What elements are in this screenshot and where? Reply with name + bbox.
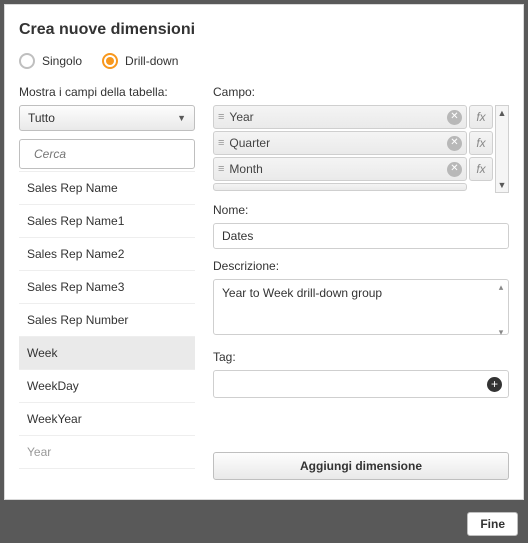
scroll-up-icon[interactable]: ▴ — [494, 280, 508, 294]
search-input-wrap[interactable] — [19, 139, 195, 169]
radio-single[interactable]: Singolo — [19, 53, 82, 69]
nome-input[interactable] — [213, 223, 509, 249]
campo-item-name: Quarter — [229, 136, 441, 150]
remove-icon[interactable]: ✕ — [447, 136, 462, 151]
search-input[interactable] — [34, 147, 191, 161]
campo-label: Campo: — [213, 85, 509, 99]
radio-single-circle — [19, 53, 35, 69]
remove-icon[interactable]: ✕ — [447, 162, 462, 177]
dialog-panel: Crea nuove dimensioni Singolo Drill-down… — [4, 4, 524, 500]
field-item[interactable]: Sales Rep Number — [19, 304, 195, 337]
drag-handle-icon[interactable]: ≡ — [218, 137, 223, 149]
field-list: Sales Rep NameSales Rep Name1Sales Rep N… — [19, 171, 195, 480]
campo-item-name: Month — [229, 162, 441, 176]
fine-button[interactable]: Fine — [467, 512, 518, 536]
scroll-down-icon[interactable]: ▼ — [496, 178, 508, 192]
campo-item-name: Year — [229, 110, 441, 124]
textarea-scrollbar[interactable]: ▴ ▾ — [494, 280, 508, 339]
field-item[interactable]: Week — [19, 337, 195, 370]
scroll-down-icon[interactable]: ▾ — [494, 325, 508, 339]
remove-icon[interactable]: ✕ — [447, 110, 462, 125]
field-item[interactable]: Sales Rep Name1 — [19, 205, 195, 238]
drag-handle-icon[interactable]: ≡ — [218, 163, 223, 175]
nome-label: Nome: — [213, 203, 509, 217]
campo-scrollbar[interactable]: ▲ ▼ — [495, 105, 509, 193]
radio-drilldown-circle — [102, 53, 118, 69]
campo-item[interactable]: ≡ Year ✕ — [213, 105, 467, 129]
fx-button[interactable]: fx — [469, 131, 493, 155]
drag-handle-icon[interactable]: ≡ — [218, 111, 223, 123]
campo-item[interactable]: ≡ Month ✕ — [213, 157, 467, 181]
table-dropdown[interactable]: Tutto ▼ — [19, 105, 195, 131]
dialog-footer: Fine — [0, 505, 528, 543]
campo-list: ≡ Year ✕ ≡ Quarter ✕ ≡ Month ✕ — [213, 105, 467, 193]
field-item[interactable]: Sales Rep Name2 — [19, 238, 195, 271]
tag-label: Tag: — [213, 350, 509, 364]
fx-column: fxfxfx — [469, 105, 493, 193]
field-item[interactable]: WeekDay — [19, 370, 195, 403]
radio-single-label: Singolo — [42, 54, 82, 68]
radio-drilldown-label: Drill-down — [125, 54, 178, 68]
descr-label: Descrizione: — [213, 259, 509, 273]
table-dropdown-value: Tutto — [28, 111, 55, 125]
fx-button[interactable]: fx — [469, 157, 493, 181]
field-item[interactable]: Year — [19, 436, 195, 469]
campo-item[interactable] — [213, 183, 467, 191]
field-item[interactable]: Sales Rep Name3 — [19, 271, 195, 304]
tag-input[interactable]: + — [213, 370, 509, 398]
fx-button[interactable]: fx — [469, 105, 493, 129]
dialog-title: Crea nuove dimensioni — [19, 21, 509, 39]
radio-drilldown[interactable]: Drill-down — [102, 53, 178, 69]
chevron-down-icon: ▼ — [177, 113, 186, 123]
campo-item[interactable]: ≡ Quarter ✕ — [213, 131, 467, 155]
show-fields-label: Mostra i campi della tabella: — [19, 85, 195, 99]
radio-dot-icon — [106, 57, 114, 65]
add-tag-icon[interactable]: + — [487, 377, 502, 392]
type-radio-group: Singolo Drill-down — [19, 53, 509, 69]
descr-textarea[interactable] — [213, 279, 509, 335]
scroll-up-icon[interactable]: ▲ — [496, 106, 508, 120]
add-dimension-button[interactable]: Aggiungi dimensione — [213, 452, 509, 480]
field-item[interactable]: Sales Rep Name — [19, 172, 195, 205]
field-item[interactable]: WeekYear — [19, 403, 195, 436]
